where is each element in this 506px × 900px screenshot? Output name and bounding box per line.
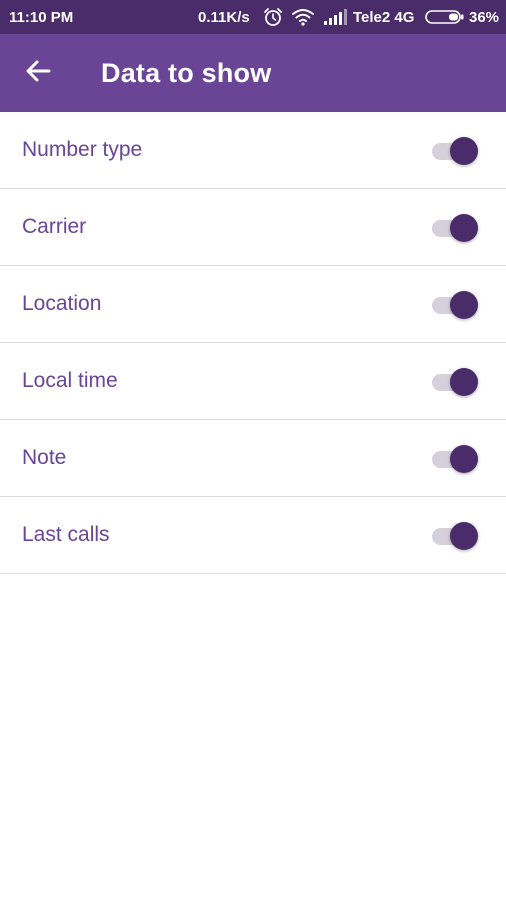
toggle-thumb [450, 445, 478, 473]
back-arrow-icon [25, 59, 51, 88]
settings-list: Number type Carrier Location Local time … [0, 112, 506, 574]
setting-row-location[interactable]: Location [0, 266, 506, 343]
setting-label: Location [22, 292, 102, 315]
setting-label: Note [22, 446, 67, 469]
setting-row-carrier[interactable]: Carrier [0, 189, 506, 266]
toggle-thumb [450, 137, 478, 165]
setting-row-local-time[interactable]: Local time [0, 343, 506, 420]
status-battery-percent: 36% [469, 9, 500, 26]
page-title: Data to show [101, 58, 272, 88]
local-time-toggle[interactable] [432, 367, 480, 397]
status-bar: 11:10 PM 0.11K/s Tele2 4G 36% [0, 0, 506, 34]
wifi-icon [291, 8, 315, 26]
toggle-thumb [450, 368, 478, 396]
location-toggle[interactable] [432, 290, 480, 320]
signal-icon [323, 9, 347, 25]
battery-icon [425, 10, 465, 24]
status-network-speed: 0.11K/s [198, 9, 250, 26]
status-time: 11:10 PM [9, 9, 74, 26]
app-bar: Data to show [0, 34, 506, 112]
setting-row-last-calls[interactable]: Last calls [0, 497, 506, 574]
toggle-thumb [450, 214, 478, 242]
number-type-toggle[interactable] [432, 136, 480, 166]
status-carrier: Tele2 4G [353, 9, 415, 26]
setting-label: Last calls [22, 523, 110, 546]
toggle-thumb [450, 522, 478, 550]
note-toggle[interactable] [432, 444, 480, 474]
setting-label: Local time [22, 369, 118, 392]
setting-row-number-type[interactable]: Number type [0, 112, 506, 189]
setting-row-note[interactable]: Note [0, 420, 506, 497]
carrier-toggle[interactable] [432, 213, 480, 243]
toggle-thumb [450, 291, 478, 319]
alarm-icon [263, 7, 283, 27]
last-calls-toggle[interactable] [432, 521, 480, 551]
setting-label: Carrier [22, 215, 87, 238]
setting-label: Number type [22, 138, 143, 161]
back-button[interactable] [16, 51, 60, 95]
